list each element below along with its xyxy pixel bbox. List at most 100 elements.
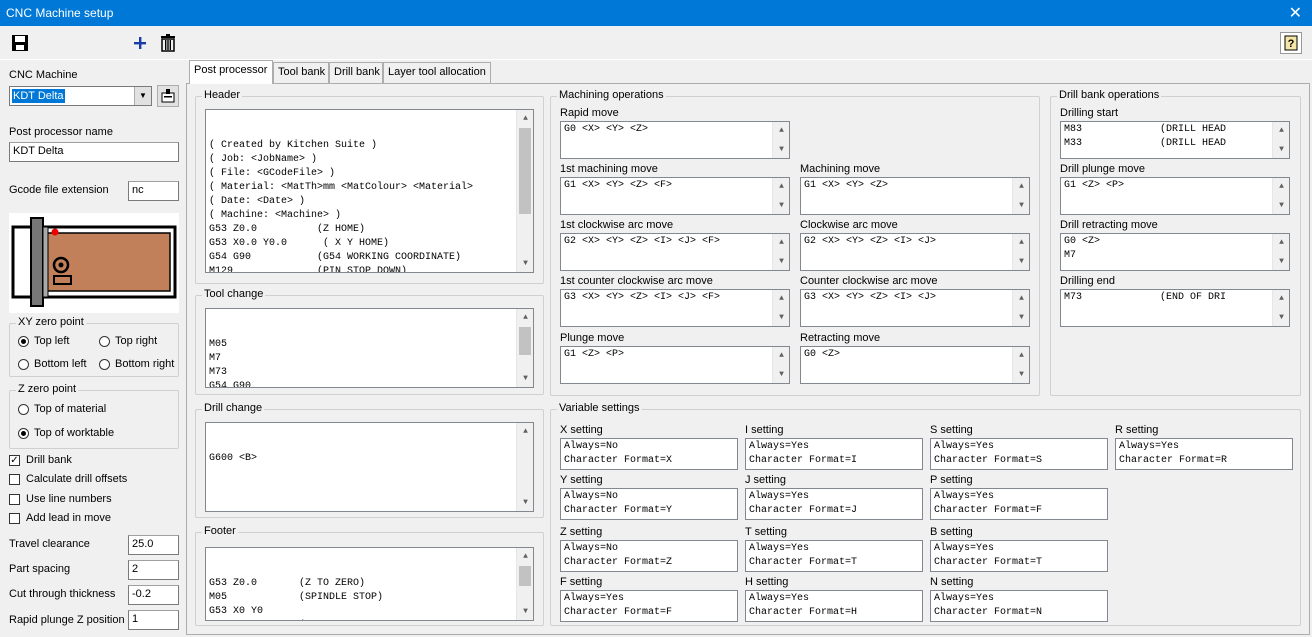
close-icon[interactable]: ✕ [1289, 3, 1302, 23]
header-group: Header ( Created by Kitchen Suite ) ( Jo… [195, 89, 544, 284]
rapid-plunge-field[interactable]: 1 [128, 610, 179, 630]
add-lead-in-checkbox[interactable]: Add lead in move [9, 512, 111, 524]
y-setting-field[interactable]: Always=No Character Format=Y [560, 488, 738, 520]
tool-change-scrollbar[interactable]: ▲ ▼ [516, 309, 533, 387]
help-button[interactable]: ? [1280, 32, 1302, 54]
radio-top-right[interactable]: Top right [99, 335, 157, 347]
use-line-numbers-label: Use line numbers [26, 493, 112, 505]
variable-settings-title: Variable settings [557, 402, 642, 414]
z-setting-field[interactable]: Always=No Character Format=Z [560, 540, 738, 572]
drill-retracting-label: Drill retracting move [1060, 219, 1158, 231]
b-setting-text: Always=Yes Character Format=T [934, 543, 1043, 568]
machining-move-text: G1 <X> <Y> <Z> [804, 180, 889, 191]
rapid-move-field[interactable]: G0 <X> <Y> <Z> ▲ ▼ [560, 121, 790, 159]
gcode-ext-label: Gcode file extension [9, 184, 109, 196]
machine-settings-button[interactable] [157, 85, 179, 107]
machine-config-icon [161, 89, 175, 103]
y-setting-text: Always=No Character Format=Y [564, 491, 673, 516]
chevron-down-icon[interactable]: ▼ [134, 87, 151, 105]
add-button[interactable] [129, 32, 151, 54]
footer-text: G53 Z0.0 (Z TO ZERO) M05 (SPINDLE STOP) … [209, 578, 384, 617]
radio-bottom-left[interactable]: Bottom left [18, 358, 87, 370]
radio-top-of-material[interactable]: Top of material [18, 403, 106, 415]
plunge-move-text: G1 <Z> <P> [564, 349, 625, 360]
h-setting-field[interactable]: Always=Yes Character Format=H [745, 590, 923, 622]
drill-change-textarea[interactable]: G600 <B> ▲ ▼ [205, 422, 534, 512]
footer-scrollbar[interactable]: ▲ ▼ [516, 548, 533, 620]
tool-change-text: M05 M7 M73 G54 G90 M6 <T> [209, 339, 252, 388]
z-zero-point-group: Z zero point Top of material Top of work… [9, 383, 179, 449]
rapid-move-label: Rapid move [560, 107, 619, 119]
drill-bank-operations-group: Drill bank operations Drilling start M83… [1050, 89, 1301, 396]
r-setting-field[interactable]: Always=Yes Character Format=R [1115, 438, 1293, 470]
cw-arc-label: Clockwise arc move [800, 219, 898, 231]
radio-top-of-worktable[interactable]: Top of worktable [18, 427, 114, 439]
first-machining-move-field[interactable]: G1 <X> <Y> <Z> <F> ▲ ▼ [560, 177, 790, 215]
drill-bank-checkbox[interactable]: ✓ Drill bank [9, 454, 72, 466]
save-button[interactable] [9, 32, 31, 54]
tab-post-processor[interactable]: Post processor [189, 60, 273, 84]
plunge-move-field[interactable]: G1 <Z> <P> ▲ ▼ [560, 346, 790, 384]
machining-move-field[interactable]: G1 <X> <Y> <Z> ▲ ▼ [800, 177, 1030, 215]
s-setting-label: S setting [930, 424, 973, 436]
gcode-ext-field[interactable]: nc [128, 181, 179, 201]
tab-drill-bank[interactable]: Drill bank [329, 62, 383, 84]
radio-top-left-label: Top left [34, 335, 70, 347]
tab-layer-tool-allocation[interactable]: Layer tool allocation [383, 62, 491, 84]
header-scrollbar[interactable]: ▲ ▼ [516, 110, 533, 272]
xy-zero-point-group: XY zero point Top left Top right Bottom … [9, 316, 179, 377]
drilling-start-field[interactable]: M83 (DRILL HEAD M33 (DRILL HEAD ▲ ▼ [1060, 121, 1290, 159]
drill-change-title: Drill change [202, 402, 265, 414]
cw-arc-field[interactable]: G2 <X> <Y> <Z> <I> <J> ▲ ▼ [800, 233, 1030, 271]
drilling-start-label: Drilling start [1060, 107, 1119, 119]
y-setting-label: Y setting [560, 474, 603, 486]
part-spacing-label: Part spacing [9, 563, 71, 575]
rapid-plunge-label: Rapid plunge Z position [9, 614, 125, 626]
t-setting-text: Always=Yes Character Format=T [749, 543, 858, 568]
z-setting-text: Always=No Character Format=Z [564, 543, 673, 568]
machining-move-label: Machining move [800, 163, 881, 175]
radio-bottom-right[interactable]: Bottom right [99, 358, 174, 370]
header-textarea[interactable]: ( Created by Kitchen Suite ) ( Job: <Job… [205, 109, 534, 273]
svg-text:?: ? [1288, 38, 1295, 50]
drill-bank-label: Drill bank [26, 454, 72, 466]
f-setting-field[interactable]: Always=Yes Character Format=F [560, 590, 738, 622]
radio-top-left[interactable]: Top left [18, 335, 69, 347]
p-setting-field[interactable]: Always=Yes Character Format=F [930, 488, 1108, 520]
drill-plunge-field[interactable]: G1 <Z> <P> ▲ ▼ [1060, 177, 1290, 215]
drill-change-scrollbar[interactable]: ▲ ▼ [516, 423, 533, 511]
drill-retracting-field[interactable]: G0 <Z> M7 ▲ ▼ [1060, 233, 1290, 271]
r-setting-label: R setting [1115, 424, 1159, 436]
ccw-arc-field[interactable]: G3 <X> <Y> <Z> <I> <J> ▲ ▼ [800, 289, 1030, 327]
i-setting-field[interactable]: Always=Yes Character Format=I [745, 438, 923, 470]
n-setting-field[interactable]: Always=Yes Character Format=N [930, 590, 1108, 622]
drilling-end-field[interactable]: M73 (END OF DRI ▲ ▼ [1060, 289, 1290, 327]
retracting-move-field[interactable]: G0 <Z> ▲ ▼ [800, 346, 1030, 384]
n-setting-text: Always=Yes Character Format=N [934, 593, 1043, 618]
s-setting-field[interactable]: Always=Yes Character Format=S [930, 438, 1108, 470]
use-line-numbers-checkbox[interactable]: Use line numbers [9, 493, 112, 505]
calc-drill-offsets-checkbox[interactable]: Calculate drill offsets [9, 473, 127, 485]
delete-button[interactable] [157, 32, 179, 54]
tab-tool-bank[interactable]: Tool bank [273, 62, 329, 84]
b-setting-field[interactable]: Always=Yes Character Format=T [930, 540, 1108, 572]
f-setting-text: Always=Yes Character Format=F [564, 593, 673, 618]
drill-retracting-text: G0 <Z> M7 [1064, 236, 1101, 261]
cnc-machine-select[interactable]: KDT Delta ▼ [9, 86, 152, 106]
first-cw-arc-field[interactable]: G2 <X> <Y> <Z> <I> <J> <F> ▲ ▼ [560, 233, 790, 271]
part-spacing-field[interactable]: 2 [128, 560, 179, 580]
z-setting-label: Z setting [560, 526, 603, 538]
first-ccw-arc-field[interactable]: G3 <X> <Y> <Z> <I> <J> <F> ▲ ▼ [560, 289, 790, 327]
cut-through-field[interactable]: -0.2 [128, 585, 179, 605]
travel-clearance-field[interactable]: 25.0 [128, 535, 179, 555]
post-processor-name-field[interactable]: KDT Delta [9, 142, 179, 162]
drilling-end-text: M73 (END OF DRI [1064, 292, 1227, 303]
drilling-end-label: Drilling end [1060, 275, 1116, 287]
j-setting-field[interactable]: Always=Yes Character Format=J [745, 488, 923, 520]
x-setting-field[interactable]: Always=No Character Format=X [560, 438, 738, 470]
tool-change-textarea[interactable]: M05 M7 M73 G54 G90 M6 <T> ▲▼ [205, 308, 534, 388]
header-text: ( Created by Kitchen Suite ) ( Job: <Job… [209, 140, 474, 273]
t-setting-field[interactable]: Always=Yes Character Format=T [745, 540, 923, 572]
cut-through-label: Cut through thickness [9, 588, 116, 600]
footer-textarea[interactable]: G53 Z0.0 (Z TO ZERO) M05 (SPINDLE STOP) … [205, 547, 534, 621]
